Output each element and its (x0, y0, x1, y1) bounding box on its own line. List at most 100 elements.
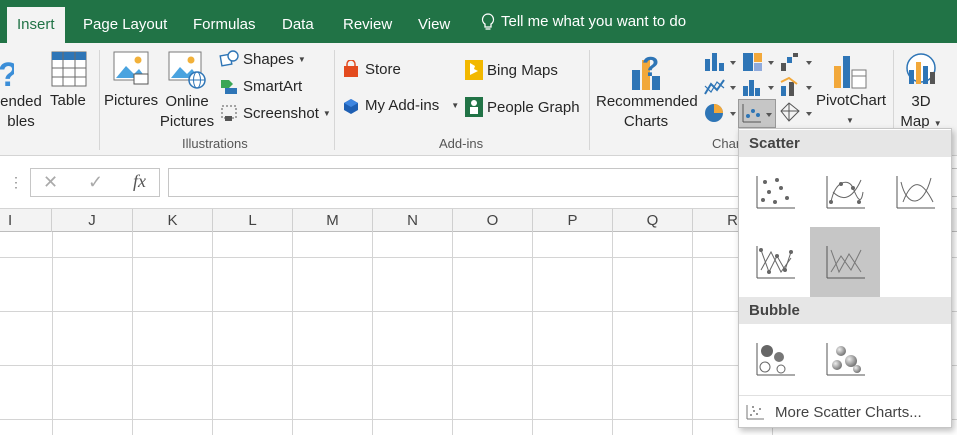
grid-line (52, 232, 53, 435)
recommended-charts-label-1: Recommended (596, 93, 698, 110)
bubble-option[interactable] (740, 324, 810, 394)
group-separator (334, 50, 335, 150)
shapes-button[interactable]: Shapes ▼ (219, 49, 306, 69)
scatter-small-icon (746, 405, 764, 420)
people-graph-label: People Graph (487, 98, 580, 116)
scatter-chart-button[interactable] (738, 99, 776, 128)
screenshot-icon (221, 105, 237, 121)
table-icon[interactable] (51, 51, 87, 87)
pivotchart-button[interactable]: PivotChart (816, 92, 886, 109)
scatter-smooth-lines-icon (896, 176, 935, 209)
charts-group-label: Char (712, 136, 741, 151)
line-chart-icon[interactable] (703, 76, 737, 98)
bubble-icon (756, 343, 795, 376)
chevron-down-icon: ▼ (451, 101, 460, 110)
column-header[interactable]: J (52, 209, 133, 232)
people-graph-icon (465, 97, 483, 117)
pivotchart-icon[interactable] (830, 50, 870, 90)
scatter-smooth-markers-option[interactable] (810, 157, 880, 227)
pictures-icon[interactable] (112, 50, 150, 90)
recommended-charts-label-2: Charts (623, 113, 669, 130)
tab-view[interactable]: View (418, 0, 450, 43)
column-header[interactable]: L (213, 209, 293, 232)
grid-line (372, 232, 373, 435)
scatter-markers-icon (756, 176, 795, 209)
grid-line (532, 232, 533, 435)
3d-bubble-icon (826, 343, 865, 376)
recommended-pivottables-button[interactable]: ended bles (0, 92, 42, 132)
recommended-pivottables-icon[interactable]: ? (0, 52, 14, 92)
store-icon (344, 60, 358, 77)
3d-map-label-1: 3D (911, 93, 931, 110)
tell-me-label: Tell me what you want to do (501, 12, 687, 30)
statistic-chart-icon[interactable] (741, 76, 775, 98)
grid-line (692, 232, 693, 435)
scatter-chart-icon (742, 104, 772, 123)
tab-review[interactable]: Review (343, 0, 392, 43)
grid-line (612, 232, 613, 435)
recommended-charts-button[interactable]: Recommended Charts (596, 92, 698, 132)
column-header[interactable]: P (533, 209, 613, 232)
people-graph-button[interactable]: People Graph (465, 97, 580, 117)
screenshot-button[interactable]: Screenshot ▼ (219, 103, 331, 123)
tab-data[interactable]: Data (282, 0, 314, 43)
column-header[interactable]: I (0, 209, 52, 232)
smartart-label: SmartArt (243, 77, 303, 95)
waterfall-chart-icon[interactable] (779, 51, 813, 73)
svg-text:?: ? (0, 56, 14, 92)
my-addins-button[interactable]: My Add-ins ▼ (343, 97, 459, 114)
more-scatter-charts-label: More Scatter Charts... (775, 403, 922, 421)
grid-line (132, 232, 133, 435)
scatter-option[interactable] (740, 157, 810, 227)
surface-chart-icon[interactable] (779, 101, 813, 125)
my-addins-label: My Add-ins (365, 97, 440, 114)
more-scatter-charts-button[interactable]: More Scatter Charts... (739, 395, 951, 428)
tab-page-layout[interactable]: Page Layout (83, 0, 167, 43)
smartart-icon (221, 80, 237, 94)
combo-chart-icon[interactable] (779, 76, 813, 98)
scatter-straight-lines-option[interactable] (810, 227, 880, 297)
svg-text:?: ? (642, 51, 659, 82)
tab-insert[interactable]: Insert (7, 7, 65, 43)
bing-maps-icon (465, 60, 483, 80)
column-header[interactable]: O (453, 209, 533, 232)
online-pictures-icon[interactable] (167, 50, 207, 90)
tab-formulas[interactable]: Formulas (193, 0, 256, 43)
online-pictures-button[interactable]: Online Pictures (158, 92, 216, 132)
screenshot-label: Screenshot (243, 104, 319, 122)
scatter-smooth-markers-icon (826, 176, 865, 209)
shapes-label: Shapes (243, 50, 294, 68)
column-header[interactable]: K (133, 209, 213, 232)
column-header[interactable]: N (373, 209, 453, 232)
bing-maps-label: Bing Maps (487, 61, 558, 79)
cancel-icon[interactable]: ✕ (43, 172, 58, 193)
3d-map-icon[interactable] (901, 50, 941, 90)
column-chart-icon[interactable] (703, 51, 737, 73)
column-header[interactable]: Q (613, 209, 693, 232)
enter-icon[interactable]: ✓ (88, 172, 103, 193)
grid-line (212, 232, 213, 435)
pie-chart-icon[interactable] (703, 101, 737, 125)
recommended-pivottables-label-1: ended (0, 93, 42, 110)
my-addins-icon (344, 98, 358, 114)
tell-me-box[interactable]: Tell me what you want to do (481, 0, 686, 43)
column-header[interactable]: M (293, 209, 373, 232)
shapes-icon (219, 50, 239, 67)
smartart-button[interactable]: SmartArt (219, 76, 302, 96)
online-pictures-label-2: Pictures (159, 113, 215, 130)
insert-function-icon[interactable]: fx (133, 171, 146, 192)
recommended-charts-icon[interactable]: ? (628, 50, 668, 92)
scatter-straight-lines-icon (826, 246, 865, 279)
scatter-straight-markers-option[interactable] (740, 227, 810, 297)
table-button[interactable]: Table (50, 92, 86, 109)
pictures-button[interactable]: Pictures (104, 92, 158, 109)
chevron-down-icon: ▼ (933, 119, 942, 128)
hierarchy-chart-icon[interactable] (741, 51, 775, 73)
chevron-down-icon: ▼ (846, 116, 854, 125)
store-button[interactable]: Store (343, 60, 401, 78)
bing-maps-button[interactable]: Bing Maps (465, 60, 558, 80)
chevron-down-icon: ▼ (322, 108, 331, 118)
scatter-smooth-lines-option[interactable] (880, 157, 950, 227)
3d-bubble-option[interactable] (810, 324, 880, 394)
group-separator (589, 50, 590, 150)
